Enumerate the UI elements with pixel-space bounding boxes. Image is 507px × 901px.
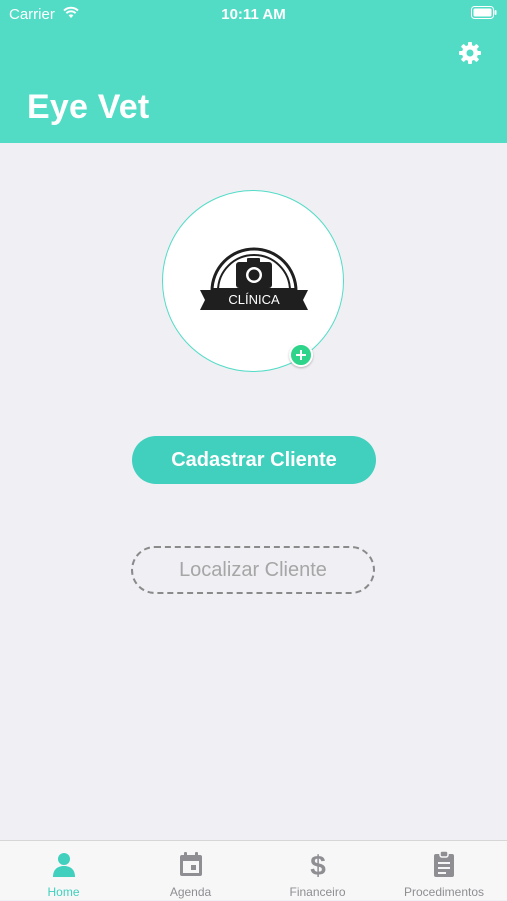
profile-photo[interactable]: CLÍNICA xyxy=(162,190,344,372)
dollar-icon: $ xyxy=(310,850,326,878)
person-icon xyxy=(53,853,75,877)
tab-home[interactable]: Home xyxy=(0,841,127,901)
battery-icon xyxy=(471,6,497,19)
tab-label: Agenda xyxy=(169,885,212,899)
find-client-button[interactable]: Localizar Cliente xyxy=(131,546,375,594)
nav-header: Carrier 10:11 AM Eye Vet xyxy=(0,0,507,143)
tab-bar: Home Agenda $ Financeiro Procedimentos xyxy=(0,840,507,900)
gear-icon[interactable] xyxy=(458,41,482,65)
add-photo-button[interactable] xyxy=(289,343,313,367)
tab-label: Financeiro xyxy=(289,885,346,899)
clinic-logo: CLÍNICA xyxy=(200,247,308,310)
clipboard-icon xyxy=(434,850,454,877)
tab-procedimentos[interactable]: Procedimentos xyxy=(381,841,507,901)
plus-icon xyxy=(296,350,306,360)
tab-agenda[interactable]: Agenda xyxy=(127,841,254,901)
register-client-button[interactable]: Cadastrar Cliente xyxy=(132,436,376,484)
page-title: Eye Vet xyxy=(27,88,150,126)
tab-financeiro[interactable]: $ Financeiro xyxy=(254,841,381,901)
tab-label: Procedimentos xyxy=(403,885,485,899)
tab-label: Home xyxy=(47,885,80,899)
clinic-logo-text: CLÍNICA xyxy=(228,292,280,307)
calendar-icon xyxy=(180,852,202,876)
status-bar: Carrier 10:11 AM xyxy=(0,0,507,28)
status-time: 10:11 AM xyxy=(221,6,286,23)
svg-text:$: $ xyxy=(310,850,326,878)
